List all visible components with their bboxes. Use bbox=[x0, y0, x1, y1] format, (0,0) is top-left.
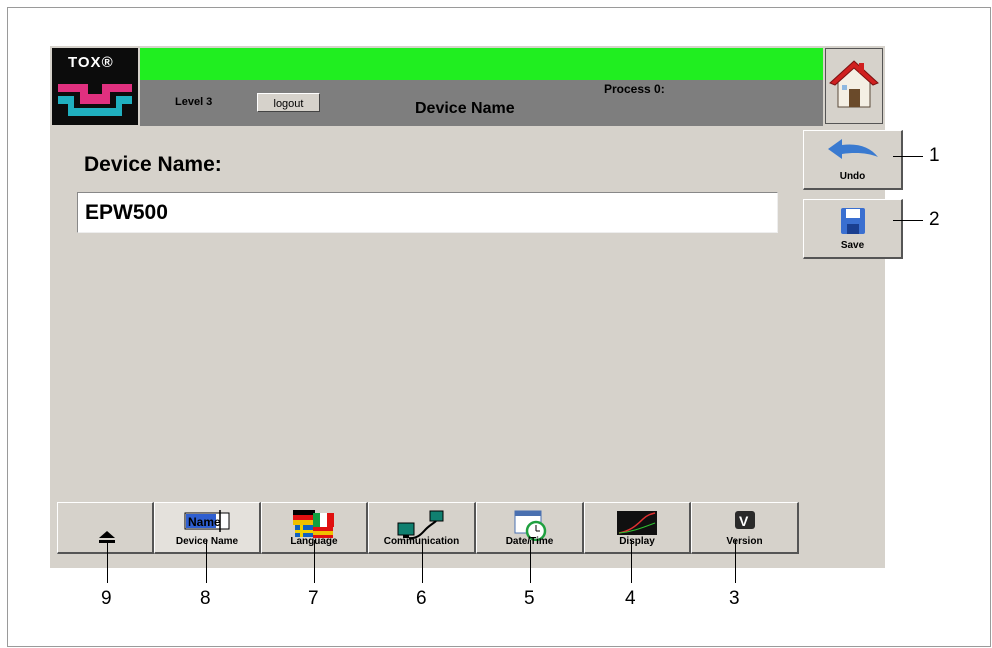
callout-line-8 bbox=[206, 540, 207, 583]
callout-1: 1 bbox=[929, 145, 940, 166]
callout-line-6 bbox=[422, 540, 423, 583]
tox-logo: TOX® bbox=[52, 48, 138, 125]
name-icon: Name bbox=[184, 510, 230, 532]
callout-8: 8 bbox=[200, 588, 211, 609]
save-button[interactable]: Save bbox=[803, 199, 903, 259]
callout-line-1 bbox=[893, 156, 923, 157]
callout-line-5 bbox=[530, 540, 531, 583]
callout-line-3 bbox=[735, 540, 736, 583]
device-name-input[interactable] bbox=[77, 192, 778, 233]
tab-eject[interactable] bbox=[57, 502, 154, 554]
svg-text:V: V bbox=[739, 513, 749, 529]
display-icon bbox=[617, 511, 657, 535]
logo-mark-icon bbox=[58, 84, 132, 116]
version-icon: V bbox=[734, 511, 755, 529]
callout-6: 6 bbox=[416, 588, 427, 609]
callout-line-4 bbox=[631, 540, 632, 583]
callout-7: 7 bbox=[308, 588, 319, 609]
status-bar bbox=[140, 48, 823, 80]
undo-label: Undo bbox=[839, 171, 866, 182]
tab-display[interactable]: Display bbox=[584, 502, 691, 554]
home-icon bbox=[829, 60, 879, 108]
flags-icon bbox=[293, 510, 334, 538]
process-label: Process 0: bbox=[604, 82, 665, 96]
user-level: Level 3 bbox=[175, 96, 213, 108]
tab-label: Display bbox=[619, 536, 655, 547]
device-name-heading: Device Name: bbox=[84, 153, 222, 176]
undo-button[interactable]: Undo bbox=[803, 130, 903, 190]
tab-label: Device Name bbox=[175, 536, 239, 547]
tab-version[interactable]: V Version bbox=[691, 502, 799, 554]
tab-label: Version bbox=[726, 536, 763, 547]
callout-5: 5 bbox=[524, 588, 535, 609]
callout-line-2 bbox=[893, 220, 923, 221]
callout-2: 2 bbox=[929, 209, 940, 230]
floppy-disk-icon bbox=[841, 208, 865, 234]
logout-button[interactable]: logout bbox=[257, 93, 320, 112]
save-label: Save bbox=[840, 240, 865, 251]
home-button[interactable] bbox=[825, 48, 883, 124]
svg-text:Name: Name bbox=[188, 515, 221, 529]
tab-device-name[interactable]: Name Device Name bbox=[154, 502, 261, 554]
page-title: Device Name bbox=[415, 100, 515, 117]
callout-line-7 bbox=[314, 540, 315, 583]
callout-line-9 bbox=[107, 540, 108, 583]
callout-4: 4 bbox=[625, 588, 636, 609]
callout-3: 3 bbox=[729, 588, 740, 609]
undo-arrow-icon bbox=[828, 139, 878, 159]
callout-9: 9 bbox=[101, 588, 112, 609]
